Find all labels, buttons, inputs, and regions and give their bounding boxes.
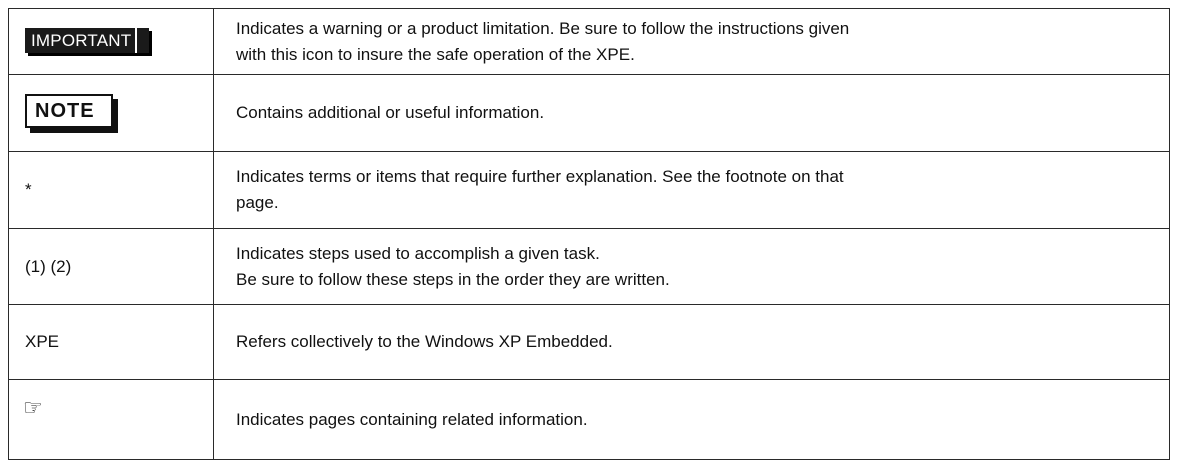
- step-numbers-symbol: (1) (2): [25, 256, 72, 276]
- table-row: * Indicates terms or items that require …: [8, 151, 1170, 229]
- table-row: ☞ Indicates pages containing related inf…: [8, 379, 1170, 460]
- symbol-cell: *: [8, 151, 214, 229]
- description-cell: Refers collectively to the Windows XP Em…: [213, 304, 1170, 380]
- symbol-cell: IMPORTANT: [8, 8, 214, 75]
- description-line: Indicates pages containing related infor…: [236, 409, 588, 429]
- symbol-cell: NOTE: [8, 74, 214, 152]
- table-row: NOTE Contains additional or useful infor…: [8, 74, 1170, 152]
- description-cell: Indicates pages containing related infor…: [213, 379, 1170, 460]
- description-line: with this icon to insure the safe operat…: [236, 44, 635, 64]
- pointing-hand-icon: ☞: [23, 395, 43, 421]
- symbol-cell: ☞: [8, 379, 214, 460]
- note-badge: NOTE: [25, 94, 113, 128]
- symbol-cell: (1) (2): [8, 228, 214, 305]
- description-line: Refers collectively to the Windows XP Em…: [236, 332, 613, 351]
- symbol-cell: XPE: [8, 304, 214, 380]
- description-line: Indicates a warning or a product limitat…: [236, 18, 850, 38]
- xpe-symbol: XPE: [25, 332, 60, 351]
- description-cell: Contains additional or useful informatio…: [213, 74, 1170, 152]
- description-line: Indicates terms or items that require fu…: [236, 167, 844, 186]
- description-line: page.: [236, 193, 279, 212]
- table-row: IMPORTANT Indicates a warning or a produ…: [8, 8, 1170, 75]
- description-line: Indicates steps used to accomplish a giv…: [236, 243, 600, 263]
- symbol-legend-table: IMPORTANT Indicates a warning or a produ…: [8, 8, 1170, 460]
- description-cell: Indicates steps used to accomplish a giv…: [213, 228, 1170, 305]
- description-line: Be sure to follow these steps in the ord…: [236, 269, 670, 289]
- description-line: Contains additional or useful informatio…: [236, 103, 545, 122]
- important-badge: IMPORTANT: [25, 27, 150, 53]
- description-cell: Indicates terms or items that require fu…: [213, 151, 1170, 229]
- table-row: XPE Refers collectively to the Windows X…: [8, 304, 1170, 380]
- asterisk-symbol: *: [25, 180, 32, 199]
- description-cell: Indicates a warning or a product limitat…: [213, 8, 1170, 75]
- table-row: (1) (2) Indicates steps used to accompli…: [8, 228, 1170, 305]
